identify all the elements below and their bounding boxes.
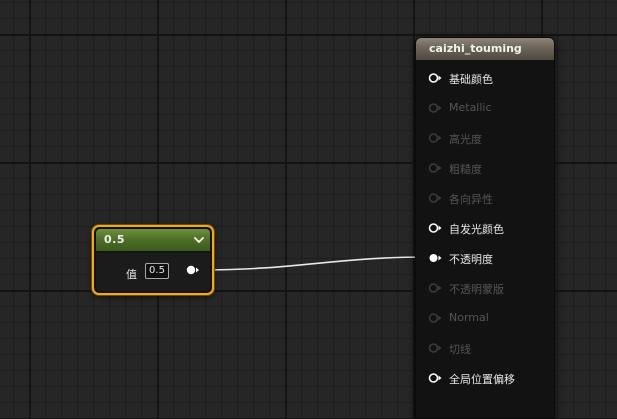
material-pin-label: 自发光颜色 <box>449 223 504 236</box>
material-pin-label: 不透明蒙版 <box>449 283 504 296</box>
material-node[interactable]: caizhi_touming 基础颜色 Metallic 高光度粗糙度各向异性自发光… <box>415 37 555 419</box>
material-pin-10[interactable]: 全局位置偏移 <box>428 370 548 386</box>
material-pin-2: 高光度 <box>428 130 548 146</box>
pin-circle-icon <box>428 133 442 143</box>
value-input[interactable]: 0.5 <box>145 263 169 279</box>
constant-node-body: 值 0.5 <box>96 253 210 291</box>
constant-node[interactable]: 0.5 值 0.5 <box>92 225 214 295</box>
chevron-down-icon[interactable] <box>193 234 205 246</box>
material-pin-label: Metallic <box>449 101 492 114</box>
pin-circle-icon[interactable] <box>428 72 442 84</box>
pin-filled-icon[interactable] <box>428 252 442 264</box>
pin-circle-icon[interactable] <box>428 222 442 234</box>
material-pin-9: 切线 <box>428 340 548 356</box>
material-pin-label: 高光度 <box>449 133 482 146</box>
pin-circle-icon <box>428 313 442 323</box>
pin-circle-icon <box>428 283 442 293</box>
material-pin-label: 粗糙度 <box>449 163 482 176</box>
material-pin-3: 粗糙度 <box>428 160 548 176</box>
material-pin-label: 不透明度 <box>449 253 493 266</box>
constant-node-title: 0.5 <box>104 233 125 246</box>
material-pin-1: Metallic <box>428 100 548 116</box>
material-node-title: caizhi_touming <box>429 42 522 55</box>
material-pin-8: Normal <box>428 310 548 326</box>
material-node-header[interactable]: caizhi_touming <box>416 38 554 60</box>
output-pin-icon[interactable] <box>186 265 200 275</box>
material-pin-4: 各向异性 <box>428 190 548 206</box>
pin-circle-icon <box>428 193 442 203</box>
material-pin-label: 切线 <box>449 343 471 356</box>
material-pin-label: 全局位置偏移 <box>449 373 515 386</box>
material-pin-label: 各向异性 <box>449 193 493 206</box>
material-pin-7: 不透明蒙版 <box>428 280 548 296</box>
material-pin-5[interactable]: 自发光颜色 <box>428 220 548 236</box>
value-label: 值 <box>126 268 137 281</box>
pin-circle-icon <box>428 103 442 113</box>
material-pin-label: 基础颜色 <box>449 73 493 86</box>
material-pin-label: Normal <box>449 311 489 324</box>
constant-node-header[interactable]: 0.5 <box>96 229 210 251</box>
pin-circle-icon[interactable] <box>428 372 442 384</box>
material-pin-0[interactable]: 基础颜色 <box>428 70 548 86</box>
pin-circle-icon <box>428 163 442 173</box>
pin-circle-icon <box>428 343 442 353</box>
material-pin-6[interactable]: 不透明度 <box>428 250 548 266</box>
